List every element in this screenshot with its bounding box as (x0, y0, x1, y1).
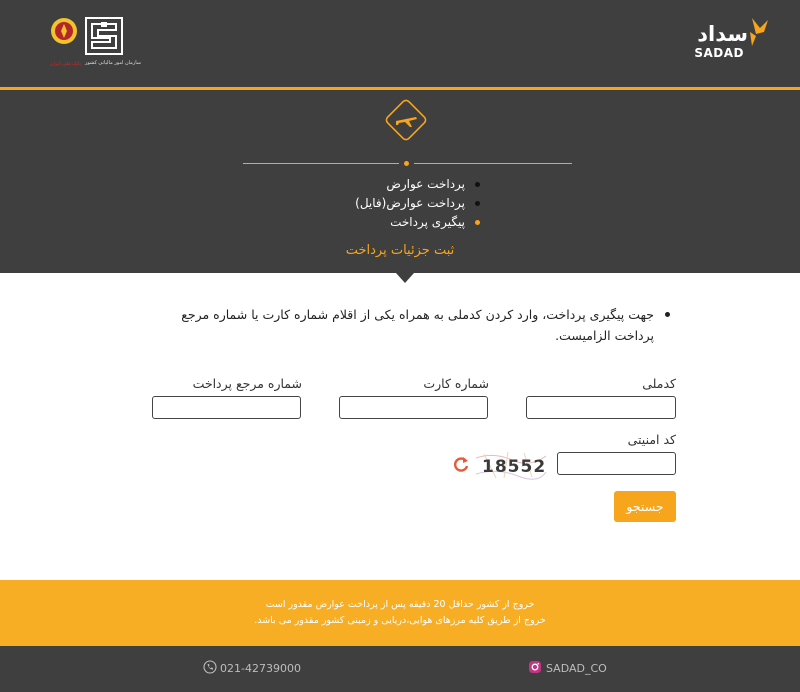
instagram-icon (529, 661, 541, 673)
card-number-label: شماره کارت (423, 376, 489, 391)
phone-link[interactable]: 021-42739000 (203, 660, 301, 675)
footer (0, 646, 800, 692)
bullet-icon (475, 182, 480, 187)
hero-line-left (243, 163, 399, 164)
menu-item-track-payment[interactable]: پیگیری پرداخت (390, 215, 480, 229)
bank-caption: بانک ملی ایران (50, 61, 82, 67)
airplane-icon (382, 96, 430, 144)
card-number-input[interactable] (339, 396, 488, 419)
captcha-text: 18552 (482, 457, 546, 477)
sadad-brand-en: SADAD (694, 46, 744, 60)
menu-item-pay-tolls[interactable]: پرداخت عوارض (386, 177, 480, 191)
instruction-note: جهت پیگیری پرداخت، وارد کردن کدملی به هم… (150, 304, 672, 346)
section-title: ثبت جزئیات پرداخت (345, 243, 455, 258)
notice-line-1: خروج از کشور حداقل 20 دقیقه پس از پرداخت… (265, 599, 535, 610)
bullet-icon (475, 220, 480, 225)
section-notch (396, 273, 414, 283)
notice-line-2: خروج از طریق کلیه مرزهای هوایی،دریایی و … (254, 615, 546, 626)
phone-icon (203, 660, 217, 674)
national-code-input[interactable] (526, 396, 676, 419)
bank-melli-logo (50, 14, 78, 58)
captcha-image: 18552 (474, 450, 548, 480)
search-button[interactable]: جستجو (614, 491, 676, 522)
tax-organization-caption: سازمان امور مالیاتی کشور (85, 60, 141, 66)
hero-dot (404, 161, 409, 166)
bullet-icon (665, 312, 670, 317)
sadad-brand-fa: سداد (697, 22, 748, 46)
instagram-link[interactable]: SADAD_CO (528, 660, 607, 675)
menu-item-pay-tolls-file[interactable]: پرداخت عوارض(فایل) (355, 196, 480, 210)
bullet-icon (475, 201, 480, 206)
national-code-label: کدملی (642, 376, 676, 391)
security-code-label: کد امنیتی (627, 432, 676, 447)
reference-number-input[interactable] (152, 396, 301, 419)
reference-number-label: شماره مرجع پرداخت (192, 376, 302, 391)
refresh-captcha-icon[interactable] (452, 455, 470, 473)
security-code-input[interactable] (557, 452, 676, 475)
tax-organization-logo (84, 16, 124, 60)
exit-notice: خروج از کشور حداقل 20 دقیقه پس از پرداخت… (0, 580, 800, 646)
top-header: سازمان امور مالیاتی کشور بانک ملی ایران … (0, 0, 800, 87)
hero-line-right (414, 163, 572, 164)
